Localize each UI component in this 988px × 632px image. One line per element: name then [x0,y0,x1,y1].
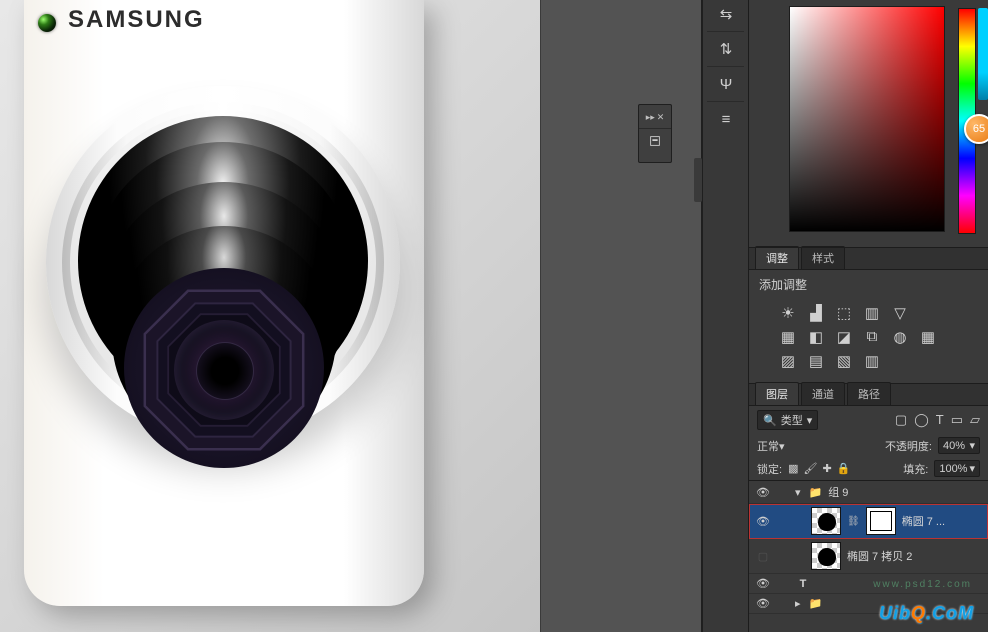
dock-icon-paragraph[interactable]: ≡ [703,105,749,133]
document-canvas[interactable]: SAMSUNG [0,0,540,632]
brand-text: SAMSUNG [68,6,205,34]
adjustments-label: 添加调整 [759,276,978,293]
folder-icon: 📁 [809,597,823,610]
layer-ellipse-7-copy-2[interactable]: ▢ 椭圆 7 拷贝 2 [749,539,988,574]
watermark: UibQ.CoM [879,603,974,624]
color-field[interactable] [789,6,945,232]
adj-vibrance-icon[interactable]: ▽ [891,304,909,322]
tab-paths[interactable]: 路径 [847,382,891,405]
adj-exposure-icon[interactable]: ▥ [863,304,881,322]
layer-group-9[interactable]: 👁 ▾ 📁 组 9 [749,481,988,504]
tab-layers[interactable]: 图层 [755,382,799,405]
watermark-sub: www.psd12.com [873,579,972,590]
adj-gradientmap-icon[interactable]: ▥ [863,352,881,370]
visibility-toggle[interactable]: 👁 [755,577,771,590]
filter-pixel-icon[interactable]: ▢ [895,412,907,428]
fill-label: 填充: [903,461,928,477]
adj-levels-icon[interactable]: ▟ [807,304,825,322]
fill-input[interactable]: 100%▾ [934,460,980,477]
chevron-down-icon: ▾ [807,414,813,427]
layer-ellipse-7[interactable]: 👁 ⛓ 椭圆 7 ... [749,504,988,539]
layers-panel: 🔍 类型 ▾ ▢ ◯ T ▭ ▱ 正常▾ 不透明度: 40%▾ 锁定: [749,406,988,632]
tab-styles[interactable]: 样式 [801,246,845,269]
collapse-icon[interactable]: ▸▸ [646,112,655,123]
panel-divider-handle[interactable] [694,158,702,202]
filter-smart-icon[interactable]: ▱ [970,412,980,428]
adj-hue-icon[interactable]: ▦ [779,328,797,346]
adj-brightness-icon[interactable]: ☀ [779,304,797,322]
layer-name: 椭圆 7 ... [902,513,945,529]
camera-body-shape: SAMSUNG [24,0,424,606]
workspace-gutter [540,0,702,632]
adjustments-tabs: 调整 样式 [749,248,988,270]
visibility-toggle[interactable]: 👁 [755,597,771,610]
group-arrow-right-icon[interactable]: ▸ [795,597,801,610]
opacity-input[interactable]: 40%▾ [938,437,980,454]
adj-mixer-icon[interactable]: ⧉ [863,328,881,346]
cache-meter [978,8,988,100]
layer-thumbnail[interactable] [811,507,841,535]
lock-position-icon[interactable]: ✚ [822,462,831,475]
lock-all-icon[interactable]: 🔒 [837,462,851,475]
camera-led [38,14,56,32]
filter-type-icon[interactable]: T [936,412,944,428]
link-icon[interactable]: ⛓ [847,516,860,527]
lock-label: 锁定: [757,461,782,477]
lock-brush-icon[interactable]: 🖌 [803,462,817,475]
search-icon: 🔍 [763,414,777,427]
layers-tabs: 图层 通道 路径 [749,384,988,406]
visibility-toggle[interactable]: 👁 [755,486,771,499]
visibility-toggle-off[interactable]: ▢ [755,550,771,563]
floating-settings-icon[interactable] [639,129,671,158]
adj-colorlookup-icon[interactable]: ◍ [891,328,909,346]
layer-thumbnail[interactable] [811,542,841,570]
dock-icon-align[interactable]: ⇅ [703,35,749,63]
folder-icon: 📁 [809,486,823,499]
filter-shape-icon[interactable]: ▭ [951,412,963,428]
tab-adjustments[interactable]: 调整 [755,246,799,269]
floating-toolbar[interactable]: ▸▸ ✕ [638,104,672,163]
adj-bw-icon[interactable]: ◧ [807,328,825,346]
group-arrow-down-icon[interactable]: ▾ [795,486,801,499]
layer-name: 椭圆 7 拷贝 2 [847,548,912,564]
dock-icon-swap[interactable]: ⇆ [703,0,749,28]
blend-mode-select[interactable]: 正常▾ [757,438,839,454]
adj-photofilter-icon[interactable]: ◪ [835,328,853,346]
dock-icon-brush[interactable]: Ψ [703,70,749,98]
adj-curves-icon[interactable]: ⬚ [835,304,853,322]
adj-threshold-icon[interactable]: ▧ [835,352,853,370]
visibility-toggle[interactable]: 👁 [755,515,771,528]
layer-filter-select[interactable]: 🔍 类型 ▾ [757,410,818,430]
type-layer-icon: T [795,578,811,590]
camera-lens [46,86,400,496]
layer-name: 组 9 [828,484,848,500]
adjustments-panel: 添加调整 ☀ ▟ ⬚ ▥ ▽ ▦ ◧ ◪ ⧉ ◍ ▦ ▨ ▤ ▧ ▥ [749,270,988,384]
layer-mask-thumbnail[interactable] [866,507,896,535]
notification-badge[interactable]: 65 [964,114,988,144]
layer-filter-label: 类型 [781,412,803,428]
lock-transparency-icon[interactable]: ▩ [788,462,798,475]
adj-posterize-icon[interactable]: ▤ [807,352,825,370]
color-picker-panel: 65 [749,0,988,248]
opacity-label: 不透明度: [885,438,932,454]
right-panels: 65 调整 样式 添加调整 ☀ ▟ ⬚ ▥ ▽ ▦ ◧ ◪ ⧉ ◍ ▦ ▨ ▤ … [748,0,988,632]
adj-grid-icon[interactable]: ▦ [919,328,937,346]
adj-invert-icon[interactable]: ▨ [779,352,797,370]
tab-channels[interactable]: 通道 [801,382,845,405]
filter-adjust-icon[interactable]: ◯ [914,412,929,428]
collapsed-panel-dock: ⇆ ⇅ Ψ ≡ [702,0,748,632]
close-icon[interactable]: ✕ [657,112,665,123]
lens-aperture [174,320,274,420]
